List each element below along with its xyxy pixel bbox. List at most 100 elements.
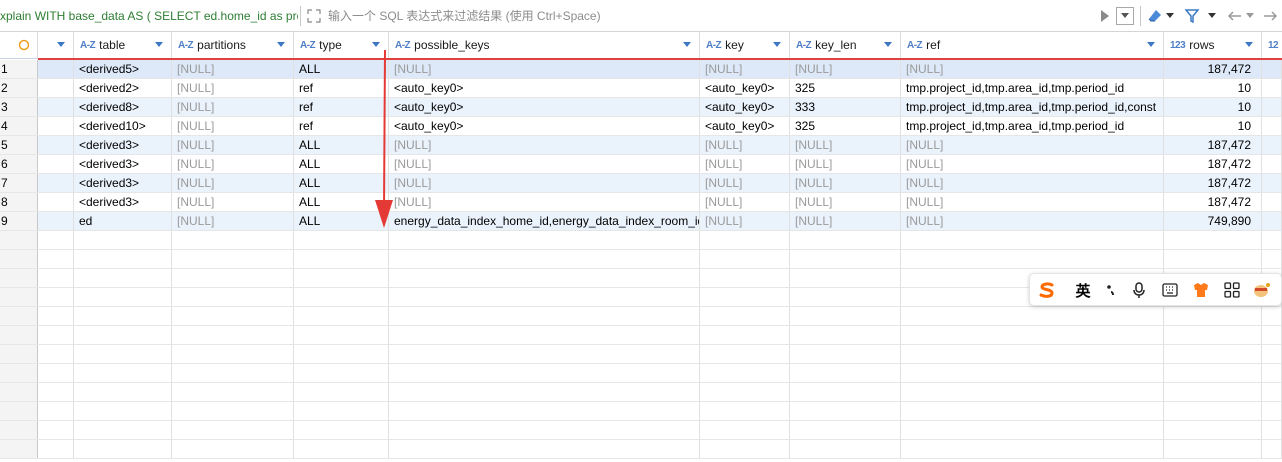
cell-key-len[interactable] xyxy=(790,326,901,344)
cell-partitions[interactable]: [NULL] xyxy=(172,174,294,192)
cell-ref[interactable]: [NULL] xyxy=(901,136,1164,154)
cell-table[interactable]: <derived3> xyxy=(74,174,172,192)
row-number[interactable]: 9 xyxy=(0,212,38,230)
cell-rows[interactable]: 749,890 xyxy=(1164,212,1262,230)
cell-key[interactable]: <auto_key0> xyxy=(700,117,790,135)
cell-id[interactable] xyxy=(38,60,74,78)
cell-ref[interactable] xyxy=(901,421,1164,439)
column-header-possible-keys[interactable]: A-Z possible_keys xyxy=(389,32,700,58)
cell-id[interactable] xyxy=(38,345,74,363)
cell-filtered[interactable] xyxy=(1262,440,1282,458)
cell-type[interactable] xyxy=(294,307,389,325)
cell-table[interactable] xyxy=(74,288,172,306)
cell-key[interactable]: [NULL] xyxy=(700,193,790,211)
empty-row[interactable] xyxy=(0,421,1282,440)
cell-filtered[interactable] xyxy=(1262,193,1282,211)
cell-key-len[interactable] xyxy=(790,421,901,439)
cell-ref[interactable]: [NULL] xyxy=(901,212,1164,230)
cell-key-len[interactable] xyxy=(790,345,901,363)
cell-key-len[interactable]: [NULL] xyxy=(790,174,901,192)
back-arrow-icon[interactable] xyxy=(1227,8,1243,24)
cell-table[interactable] xyxy=(74,383,172,401)
cell-partitions[interactable] xyxy=(172,269,294,287)
cell-filtered[interactable] xyxy=(1262,174,1282,192)
row-number[interactable]: 5 xyxy=(0,136,38,154)
cell-type[interactable] xyxy=(294,383,389,401)
cell-partitions[interactable] xyxy=(172,345,294,363)
cell-filtered[interactable] xyxy=(1262,98,1282,116)
expand-icon[interactable] xyxy=(306,8,322,24)
cell-ref[interactable] xyxy=(901,402,1164,420)
cell-type[interactable]: ref xyxy=(294,98,389,116)
avatar-icon[interactable] xyxy=(1252,280,1272,300)
cell-id[interactable] xyxy=(38,79,74,97)
cell-partitions[interactable]: [NULL] xyxy=(172,155,294,173)
cell-key-len[interactable] xyxy=(790,250,901,268)
funnel-icon[interactable] xyxy=(1184,8,1200,24)
table-row[interactable]: 7 <derived3> [NULL] ALL [NULL] [NULL] [NULL] [N… xyxy=(0,174,1282,193)
empty-row[interactable] xyxy=(0,250,1282,269)
cell-partitions[interactable] xyxy=(172,326,294,344)
cell-table[interactable] xyxy=(74,402,172,420)
cell-key-len[interactable]: [NULL] xyxy=(790,136,901,154)
row-number[interactable]: 4 xyxy=(0,117,38,135)
column-header-partitions[interactable]: A-Z partitions xyxy=(172,32,294,58)
row-number[interactable] xyxy=(0,250,38,268)
cell-table[interactable] xyxy=(74,250,172,268)
cell-ref[interactable]: [NULL] xyxy=(901,155,1164,173)
sort-arrow-icon[interactable] xyxy=(773,42,781,47)
empty-row[interactable] xyxy=(0,440,1282,459)
cell-rows[interactable] xyxy=(1164,383,1262,401)
cell-key[interactable]: [NULL] xyxy=(700,174,790,192)
empty-row[interactable] xyxy=(0,364,1282,383)
cell-possible-keys[interactable] xyxy=(389,269,700,287)
cell-rows[interactable] xyxy=(1164,326,1262,344)
cell-rows[interactable] xyxy=(1164,364,1262,382)
column-header-table[interactable]: A-Z table xyxy=(74,32,172,58)
cell-type[interactable] xyxy=(294,440,389,458)
language-toggle[interactable]: 英 xyxy=(1073,280,1093,300)
cell-ref[interactable] xyxy=(901,250,1164,268)
cell-table[interactable] xyxy=(74,231,172,249)
row-number[interactable]: 3 xyxy=(0,98,38,116)
cell-possible-keys[interactable] xyxy=(389,345,700,363)
apps-grid-icon[interactable] xyxy=(1222,280,1242,300)
cell-rows[interactable]: 187,472 xyxy=(1164,155,1262,173)
cell-rows[interactable]: 10 xyxy=(1164,117,1262,135)
cell-key-len[interactable]: [NULL] xyxy=(790,60,901,78)
cell-possible-keys[interactable] xyxy=(389,364,700,382)
cell-table[interactable]: <derived8> xyxy=(74,98,172,116)
cell-possible-keys[interactable] xyxy=(389,383,700,401)
sort-arrow-icon[interactable] xyxy=(884,42,892,47)
cell-rows[interactable] xyxy=(1164,440,1262,458)
empty-row[interactable] xyxy=(0,307,1282,326)
cell-type[interactable] xyxy=(294,326,389,344)
cell-possible-keys[interactable]: [NULL] xyxy=(389,60,700,78)
cell-table[interactable]: <derived2> xyxy=(74,79,172,97)
cell-possible-keys[interactable] xyxy=(389,231,700,249)
cell-id[interactable] xyxy=(38,402,74,420)
cell-possible-keys[interactable]: <auto_key0> xyxy=(389,117,700,135)
cell-filtered[interactable] xyxy=(1262,421,1282,439)
row-number[interactable] xyxy=(0,421,38,439)
cell-key-len[interactable] xyxy=(790,231,901,249)
cell-key[interactable] xyxy=(700,364,790,382)
filter-history-dropdown[interactable] xyxy=(1116,7,1134,25)
cell-key[interactable] xyxy=(700,421,790,439)
cell-table[interactable] xyxy=(74,364,172,382)
row-number[interactable]: 2 xyxy=(0,79,38,97)
cell-key[interactable] xyxy=(700,345,790,363)
cell-filtered[interactable] xyxy=(1262,345,1282,363)
cell-table[interactable] xyxy=(74,345,172,363)
cell-table[interactable] xyxy=(74,326,172,344)
cell-id[interactable] xyxy=(38,193,74,211)
cell-ref[interactable] xyxy=(901,326,1164,344)
cell-filtered[interactable] xyxy=(1262,136,1282,154)
cell-partitions[interactable] xyxy=(172,231,294,249)
cell-type[interactable]: ALL xyxy=(294,155,389,173)
cell-partitions[interactable]: [NULL] xyxy=(172,98,294,116)
cell-table[interactable] xyxy=(74,421,172,439)
cell-type[interactable] xyxy=(294,345,389,363)
cell-type[interactable] xyxy=(294,421,389,439)
cell-key[interactable]: <auto_key0> xyxy=(700,98,790,116)
